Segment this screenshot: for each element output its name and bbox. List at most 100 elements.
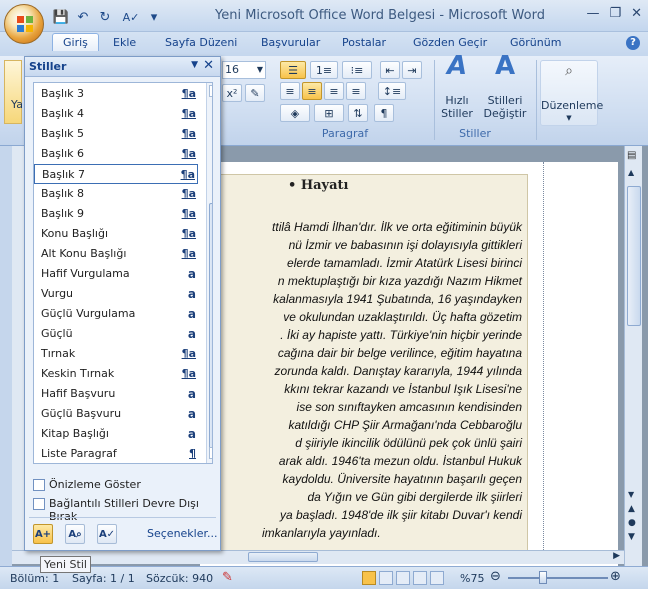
clear-format-button[interactable]: ✎ <box>245 84 265 102</box>
styles-list-scrollbar[interactable]: ▲ ▼ <box>206 83 212 463</box>
document-line: n mektuplaştığı bir kıza yazdığı Nazım H… <box>277 274 522 288</box>
undo-icon[interactable]: ↶ <box>74 8 92 26</box>
help-icon[interactable]: ? <box>626 36 640 50</box>
change-styles-button[interactable]: A Stilleri Değiştir <box>480 53 530 120</box>
hscroll-thumb[interactable] <box>248 552 318 562</box>
zoom-level[interactable]: %75 <box>460 572 484 585</box>
paste-button[interactable] <box>4 60 22 124</box>
style-item[interactable]: Başlık 9 ¶a <box>34 204 198 224</box>
print-layout-icon[interactable] <box>362 571 376 585</box>
sort-button[interactable]: ⇅ <box>348 104 368 122</box>
scroll-thumb[interactable] <box>627 186 641 326</box>
style-item[interactable]: Vurgu a <box>34 284 198 304</box>
scroll-down-icon[interactable]: ▼ <box>628 490 634 499</box>
customize-qat-icon[interactable]: ▾ <box>148 8 160 26</box>
show-marks-button[interactable]: ¶ <box>374 104 394 122</box>
tab-gozden-gecir[interactable]: Gözden Geçir <box>413 36 487 49</box>
status-section[interactable]: Bölüm: 1 <box>10 572 59 585</box>
manage-styles-button[interactable]: A✓ <box>97 524 117 544</box>
decrease-indent-button[interactable]: ⇤ <box>380 61 400 79</box>
vertical-scrollbar[interactable]: ▤ ▲ ▼ ▲ ● ▼ <box>624 146 642 566</box>
proofing-icon[interactable]: ✎ <box>222 570 233 585</box>
borders-button[interactable]: ⊞ <box>314 104 344 122</box>
style-item[interactable]: Alt Konu Başlığı ¶a <box>34 244 198 264</box>
justify-button[interactable]: ≡ <box>346 82 366 100</box>
tab-ekle[interactable]: Ekle <box>113 36 136 49</box>
multilevel-list-button[interactable]: ⁝≡ <box>342 61 372 79</box>
style-item[interactable]: Güçlü Vurgulama a <box>34 304 198 324</box>
minimize-button[interactable]: — <box>586 6 599 21</box>
disable-linked-checkbox[interactable] <box>33 498 45 510</box>
styles-list[interactable]: Başlık 3 ¶a Başlık 4 ¶a Başlık 5 ¶a Başlık 6 ¶a… <box>33 82 213 464</box>
increase-indent-button[interactable]: ⇥ <box>402 61 422 79</box>
group-separator <box>434 60 435 140</box>
save-icon[interactable]: 💾 <box>52 8 70 26</box>
options-link[interactable]: Seçenekler... <box>147 527 218 540</box>
tab-gorunum[interactable]: Görünüm <box>510 36 561 49</box>
style-item[interactable]: Başlık 6 ¶a <box>34 144 198 164</box>
zoom-out-icon[interactable]: ⊖ <box>490 569 501 584</box>
scroll-down-icon[interactable]: ▼ <box>209 447 212 459</box>
tab-postalar[interactable]: Postalar <box>342 36 386 49</box>
style-item[interactable]: Liste Paragraf ¶ <box>34 444 198 463</box>
outline-icon[interactable] <box>413 571 427 585</box>
style-item[interactable]: Başlık 3 ¶a <box>34 84 198 104</box>
align-center-button[interactable]: ≡ <box>302 82 322 100</box>
full-screen-reading-icon[interactable] <box>379 571 393 585</box>
zoom-slider-thumb[interactable] <box>539 571 547 584</box>
style-item[interactable]: Hafif Başvuru a <box>34 384 198 404</box>
horizontal-scrollbar[interactable]: ▶ <box>12 550 624 564</box>
status-words[interactable]: Sözcük: 940 <box>146 572 213 585</box>
style-item[interactable]: Keskin Tırnak ¶a <box>34 364 198 384</box>
quick-styles-button[interactable]: A Hızlı Stiller <box>438 53 476 120</box>
pane-options-icon[interactable]: ▼ <box>191 60 198 70</box>
style-item[interactable]: Güçlü a <box>34 324 198 344</box>
ruler-toggle-icon[interactable]: ▤ <box>627 150 636 161</box>
browse-object-icon[interactable]: ● <box>628 518 636 528</box>
line-spacing-button[interactable]: ↕≡ <box>378 82 406 100</box>
superscript-button[interactable]: x² <box>222 84 242 102</box>
align-left-button[interactable]: ≡ <box>280 82 300 100</box>
scroll-up-icon[interactable]: ▲ <box>628 168 634 177</box>
tab-sayfa-duzeni[interactable]: Sayfa Düzeni <box>165 36 237 49</box>
status-page[interactable]: Sayfa: 1 / 1 <box>72 572 135 585</box>
style-inspector-button[interactable]: A⌕ <box>65 524 85 544</box>
web-layout-icon[interactable] <box>396 571 410 585</box>
style-item[interactable]: Kitap Başlığı a <box>34 424 198 444</box>
office-button[interactable] <box>4 4 44 44</box>
shading-button[interactable]: ◈ <box>280 104 310 122</box>
prev-page-icon[interactable]: ▲ <box>628 504 635 514</box>
editing-button[interactable]: ⌕ Düzenleme ▼ <box>540 60 604 126</box>
scroll-up-icon[interactable]: ▲ <box>209 85 212 97</box>
tab-giris[interactable]: Giriş <box>52 33 99 51</box>
scroll-thumb[interactable] <box>209 203 212 453</box>
style-item[interactable]: Başlık 5 ¶a <box>34 124 198 144</box>
new-style-button[interactable]: A+ <box>33 524 53 544</box>
preview-checkbox[interactable] <box>33 479 45 491</box>
style-item[interactable]: Hafif Vurgulama a <box>34 264 198 284</box>
style-item[interactable]: Konu Başlığı ¶a <box>34 224 198 244</box>
spelling-icon[interactable]: A✓ <box>118 8 144 26</box>
style-item[interactable]: Güçlü Başvuru a <box>34 404 198 424</box>
align-right-button[interactable]: ≡ <box>324 82 344 100</box>
draft-icon[interactable] <box>430 571 444 585</box>
style-item[interactable]: Başlık 4 ¶a <box>34 104 198 124</box>
redo-icon[interactable]: ↻ <box>96 8 114 26</box>
close-button[interactable]: ✕ <box>631 6 642 21</box>
zoom-in-icon[interactable]: ⊕ <box>610 569 621 584</box>
editing-label: Düzenleme <box>541 99 604 112</box>
zoom-slider[interactable] <box>508 577 608 579</box>
numbering-button[interactable]: 1≡ <box>310 61 338 79</box>
next-page-icon[interactable]: ▼ <box>628 532 635 542</box>
scroll-right-icon[interactable]: ▶ <box>613 551 620 561</box>
style-item[interactable]: Tırnak ¶a <box>34 344 198 364</box>
bullets-button[interactable]: ☰ <box>280 61 306 79</box>
font-size-input[interactable]: 16 ▼ <box>222 61 266 79</box>
close-icon[interactable]: ✕ <box>203 58 214 73</box>
tab-basvurular[interactable]: Başvurular <box>261 36 320 49</box>
style-item[interactable]: Başlık 7 ¶a <box>34 164 198 184</box>
style-item-label: Hafif Başvuru <box>41 387 116 400</box>
view-buttons <box>362 571 444 585</box>
restore-button[interactable]: ❐ <box>609 6 621 21</box>
style-item[interactable]: Başlık 8 ¶a <box>34 184 198 204</box>
